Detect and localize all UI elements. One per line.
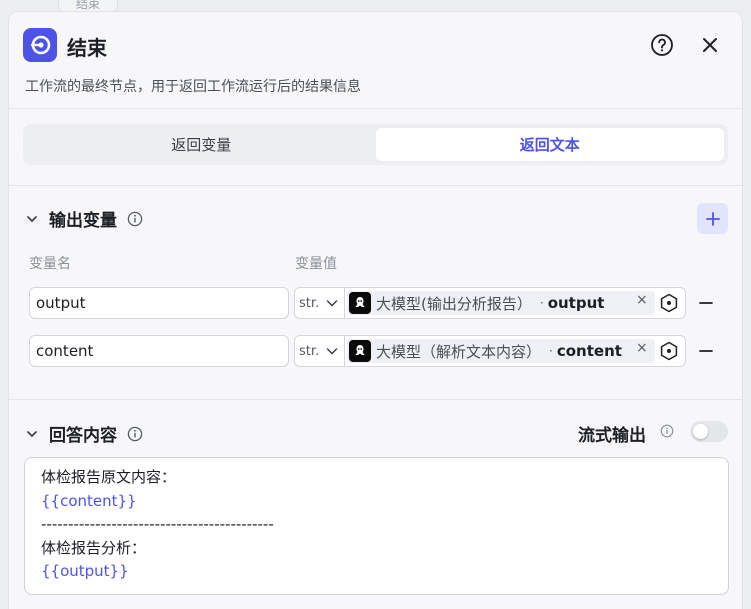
type-select[interactable]: str. <box>295 336 345 366</box>
info-icon[interactable] <box>127 426 143 442</box>
output-section-title: 输出变量 <box>49 211 117 231</box>
column-label-name: 变量名 <box>29 256 71 272</box>
help-icon[interactable] <box>650 33 674 57</box>
remove-row-icon[interactable] <box>699 341 713 361</box>
remove-row-icon[interactable] <box>699 293 713 313</box>
variable-reference-chip[interactable]: 大模型（解析文本内容） · content <box>347 339 655 363</box>
variable-picker-icon[interactable] <box>659 293 679 313</box>
chevron-down-icon <box>326 300 338 307</box>
chip-variable-name: output <box>547 294 605 312</box>
answer-template-editor[interactable]: 体检报告原文内容： {{content}} ------------------… <box>24 457 729 595</box>
type-select[interactable]: str. <box>295 288 345 318</box>
answer-section-header[interactable]: 回答内容 <box>25 421 143 446</box>
streaming-output-label: 流式输出 <box>578 426 646 446</box>
variable-reference-chip[interactable]: 大模型(输出分析报告） · output <box>347 291 655 315</box>
mode-tabs-section: 返回变量 返回文本 <box>9 109 742 186</box>
chevron-down-icon[interactable] <box>25 212 39 226</box>
column-label-value: 变量值 <box>295 256 337 272</box>
answer-content-section: 回答内容 流式输出 体检报告原文内容： {{content}} --------… <box>9 400 742 609</box>
answer-line: 体检报告原文内容： <box>41 468 177 486</box>
answer-line: 体检报告分析： <box>41 538 147 557</box>
clear-reference-icon[interactable]: × <box>636 340 648 356</box>
toggle-knob <box>693 424 708 439</box>
plus-icon <box>705 211 720 226</box>
answer-variable-token: {{content}} <box>41 491 137 510</box>
llm-node-icon <box>349 340 371 362</box>
tab-return-variable[interactable]: 返回变量 <box>27 128 376 161</box>
chip-separator: · <box>539 296 544 310</box>
chip-node-name: 大模型(输出分析报告） <box>376 294 532 313</box>
variable-picker-icon[interactable] <box>659 341 679 361</box>
output-section-header[interactable]: 输出变量 <box>25 206 143 231</box>
add-variable-button[interactable] <box>697 203 728 234</box>
variable-name-input[interactable]: content <box>29 335 289 367</box>
tab-return-text[interactable]: 返回文本 <box>375 128 724 161</box>
chip-node-name: 大模型（解析文本内容） <box>376 342 542 361</box>
clear-reference-icon[interactable]: × <box>636 292 648 308</box>
close-icon[interactable] <box>698 33 722 57</box>
info-icon[interactable] <box>127 211 143 227</box>
variable-name-input[interactable]: output <box>29 287 289 319</box>
end-node-icon <box>23 28 57 62</box>
chevron-down-icon[interactable] <box>25 427 39 441</box>
mode-tabs: 返回变量 返回文本 <box>23 124 728 165</box>
variable-value-field: str. 大模型（解析文本内容） · content × <box>294 335 686 367</box>
end-node-panel: 结束 工作流的最终节点，用于返回工作流运行后的结果信息 返回变量 返回文本 输出… <box>8 11 743 609</box>
chip-separator: · <box>549 344 553 358</box>
type-label: str. <box>299 343 320 359</box>
output-variables-section: 输出变量 变量名 变量值 output str. 大模型(输出分析报告） · o… <box>9 186 742 400</box>
type-label: str. <box>299 295 320 311</box>
node-description: 工作流的最终节点，用于返回工作流运行后的结果信息 <box>25 79 361 95</box>
streaming-output-toggle[interactable] <box>690 421 728 442</box>
llm-node-icon <box>349 292 371 314</box>
answer-line: ----------------------------------------… <box>41 515 274 533</box>
panel-header: 结束 工作流的最终节点，用于返回工作流运行后的结果信息 <box>9 12 742 109</box>
node-title: 结束 <box>67 36 107 60</box>
chip-variable-name: content <box>556 342 622 360</box>
answer-variable-token: {{output}} <box>41 562 129 580</box>
chevron-down-icon <box>326 348 338 355</box>
answer-section-title: 回答内容 <box>49 426 117 446</box>
info-icon[interactable] <box>660 424 674 438</box>
variable-value-field: str. 大模型(输出分析报告） · output × <box>294 287 686 319</box>
